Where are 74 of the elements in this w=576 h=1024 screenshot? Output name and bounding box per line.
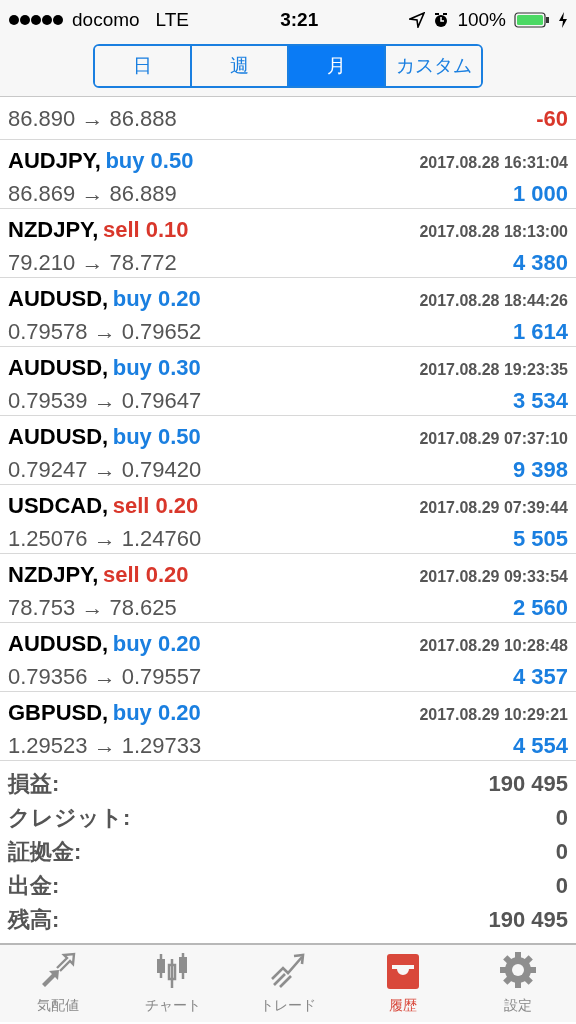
symbol-text: AUDUSD, xyxy=(8,355,109,380)
settings-icon xyxy=(499,951,538,991)
price-range: 0.79539 → 0.79647 xyxy=(8,387,202,415)
battery-icon xyxy=(514,12,550,28)
summary-value: 190 495 xyxy=(488,906,568,934)
network-type: LTE xyxy=(155,7,190,32)
battery-percent: 100% xyxy=(457,7,506,32)
summary-value: 0 xyxy=(555,804,568,832)
symbol-text: NZDJPY, xyxy=(8,562,99,587)
trade-time: 2017.08.29 10:28:48 xyxy=(419,636,568,656)
symbol-text: AUDUSD, xyxy=(8,286,109,311)
trade-side: buy 0.30 xyxy=(112,355,201,380)
summary-label: クレジット: xyxy=(8,804,131,832)
symbol-text: NZDJPY, xyxy=(8,217,99,242)
price-range: 0.79356 → 0.79557 xyxy=(8,663,202,691)
trade-side: sell 0.10 xyxy=(102,217,189,242)
profit-value: 1 000 xyxy=(512,180,568,208)
summary-label: 出金: xyxy=(8,872,60,900)
trade-time: 2017.08.28 18:44:26 xyxy=(419,291,568,311)
profit-value: 5 505 xyxy=(512,525,568,553)
profit-value: 2 560 xyxy=(512,594,568,622)
tab-bar-item[interactable]: トレード xyxy=(230,945,346,1022)
trade-side: buy 0.20 xyxy=(112,631,201,656)
trade-time: 2017.08.29 10:29:21 xyxy=(419,705,568,725)
tab-bar-item[interactable]: チャート xyxy=(115,945,231,1022)
trade-time: 2017.08.28 19:23:35 xyxy=(419,360,568,380)
period-tab[interactable]: カスタム xyxy=(384,46,481,86)
profit-value: 1 614 xyxy=(512,318,568,346)
symbol-text: AUDJPY, xyxy=(8,148,101,173)
charging-icon xyxy=(558,12,568,28)
summary-label: 証拠金: xyxy=(8,838,82,866)
symbol-text: GBPUSD, xyxy=(8,700,109,725)
summary-value: 0 xyxy=(555,872,568,900)
symbol-text: USDCAD, xyxy=(8,493,109,518)
price-range: 1.29523 → 1.29733 xyxy=(8,732,202,760)
price-range: 78.753 → 78.625 xyxy=(8,594,177,622)
price-range: 86.890 → 86.888 xyxy=(8,104,177,133)
location-icon xyxy=(409,12,426,28)
trade-side: buy 0.20 xyxy=(112,700,201,725)
price-range: 79.210 → 78.772 xyxy=(8,249,177,277)
profit-value: 4 357 xyxy=(512,663,568,691)
profit-value: 4 380 xyxy=(512,249,568,277)
price-range: 0.79578 → 0.79652 xyxy=(8,318,202,346)
trade-time: 2017.08.29 07:37:10 xyxy=(419,429,568,449)
summary-value: 190 495 xyxy=(488,770,568,798)
profit-value: 9 398 xyxy=(512,456,568,484)
symbol-text: AUDUSD, xyxy=(8,631,109,656)
summary-label: 残高: xyxy=(8,906,60,934)
tab-bar-item[interactable]: 履歴 xyxy=(345,945,461,1022)
trade-side: buy 0.50 xyxy=(112,424,201,449)
price-range: 0.79247 → 0.79420 xyxy=(8,456,202,484)
trade-side: sell 0.20 xyxy=(102,562,189,587)
symbol-text: AUDUSD, xyxy=(8,424,109,449)
summary-label: 損益: xyxy=(8,770,60,798)
trade-side: buy 0.20 xyxy=(112,286,201,311)
trade-side: sell 0.20 xyxy=(112,493,199,518)
trade-side: buy 0.50 xyxy=(105,148,194,173)
clock-time: 3:21 xyxy=(280,8,319,30)
trade-time: 2017.08.28 18:13:00 xyxy=(419,222,568,242)
profit-value: -60 xyxy=(536,104,568,133)
trade-time: 2017.08.29 09:33:54 xyxy=(419,567,568,587)
tab-bar-item[interactable]: 設定 xyxy=(460,945,576,1022)
profit-value: 3 534 xyxy=(512,387,568,415)
trade-time: 2017.08.28 16:31:04 xyxy=(419,153,568,173)
trade-time: 2017.08.29 07:39:44 xyxy=(419,498,568,518)
period-tab[interactable]: 月 xyxy=(287,46,384,86)
carrier-name: docomo xyxy=(72,7,140,32)
alarm-icon xyxy=(433,12,450,28)
signal-icon xyxy=(8,14,64,26)
price-range: 1.25076 → 1.24760 xyxy=(8,525,202,553)
price-range: 86.869 → 86.889 xyxy=(8,180,177,208)
profit-value: 4 554 xyxy=(512,732,568,760)
summary-value: 0 xyxy=(555,838,568,866)
tab-bar-item[interactable]: 気配値 xyxy=(0,945,116,1022)
